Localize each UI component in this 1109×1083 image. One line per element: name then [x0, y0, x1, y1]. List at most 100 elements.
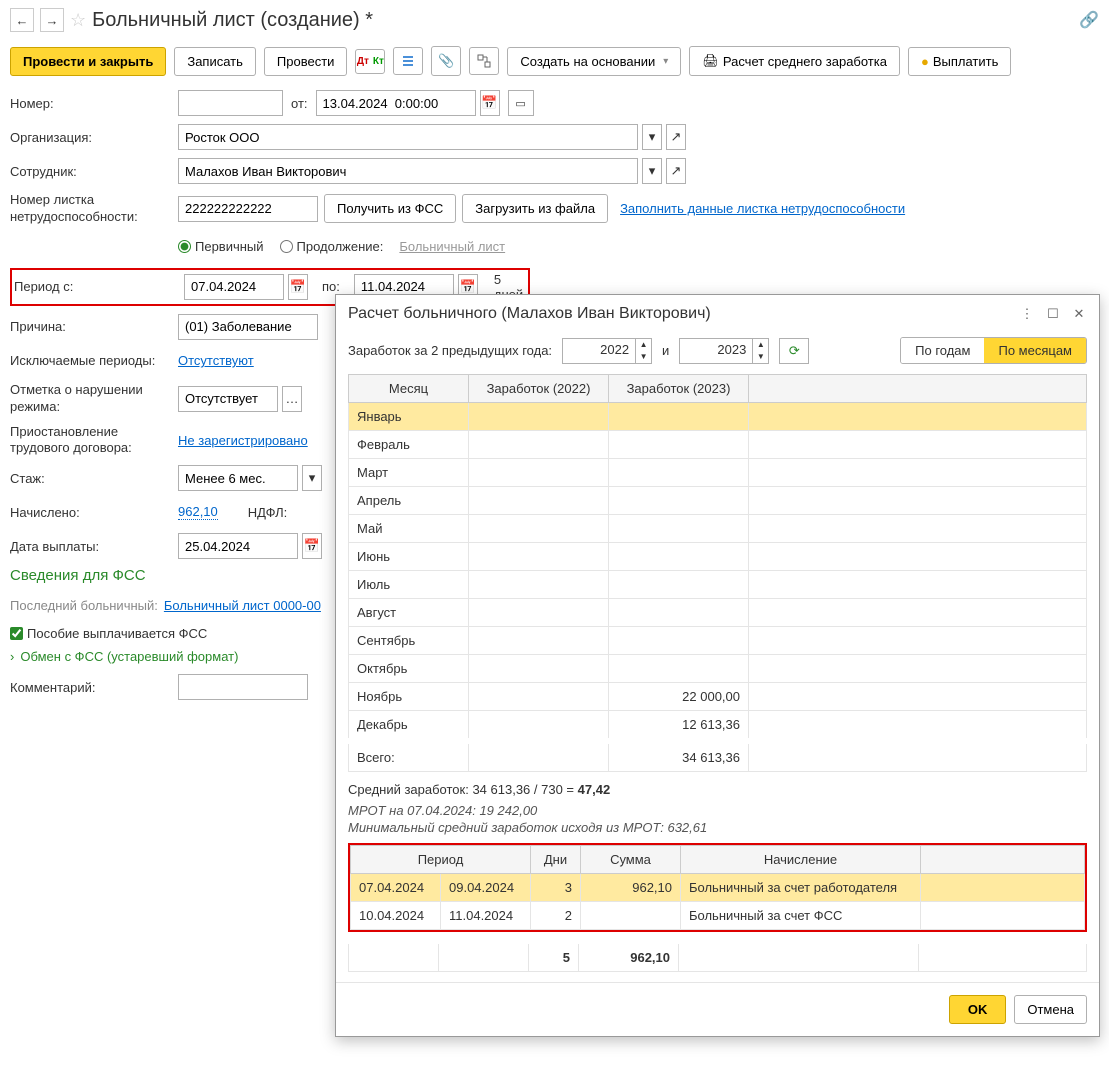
reason-label: Причина: — [10, 319, 178, 334]
table-row[interactable]: Март — [349, 459, 1087, 487]
table-row[interactable]: Февраль — [349, 431, 1087, 459]
fill-data-link[interactable]: Заполнить данные листка нетрудоспособнос… — [620, 201, 905, 216]
table-row[interactable]: Июнь — [349, 543, 1087, 571]
nav-back-button[interactable]: ← — [10, 8, 34, 32]
earn-years-label: Заработок за 2 предыдущих года: — [348, 343, 552, 358]
emp-label: Сотрудник: — [10, 164, 178, 179]
dropdown-icon[interactable]: ▾ — [642, 158, 662, 184]
dtct-icon-button[interactable]: ДтКт — [355, 49, 385, 74]
table-row[interactable]: Октябрь — [349, 655, 1087, 683]
dialog-title: Расчет больничного (Малахов Иван Викторо… — [348, 305, 711, 323]
date-input[interactable] — [316, 90, 476, 116]
reason-input[interactable] — [178, 314, 318, 340]
period-from-input[interactable] — [184, 274, 284, 300]
paid-fss-checkbox[interactable] — [10, 627, 23, 640]
write-button[interactable]: Записать — [174, 47, 256, 76]
table-row[interactable]: Январь — [349, 403, 1087, 431]
get-fss-button[interactable]: Получить из ФСС — [324, 194, 456, 223]
refresh-button[interactable]: ⟳ — [779, 338, 809, 364]
accrual-totals: 5 962,10 — [348, 938, 1087, 972]
stage-input[interactable] — [178, 465, 298, 491]
dropdown-icon[interactable]: ▾ — [302, 465, 322, 491]
cancel-button[interactable]: Отмена — [1014, 995, 1087, 1024]
open-icon[interactable]: ↗ — [666, 124, 686, 150]
period-to-label: по: — [322, 279, 340, 294]
paydate-input[interactable] — [178, 533, 298, 559]
number-input[interactable] — [178, 90, 283, 116]
col-sum: Сумма — [581, 846, 681, 874]
table-row[interactable]: 10.04.202411.04.20242Больничный за счет … — [351, 902, 1085, 930]
violation-input[interactable] — [178, 386, 278, 412]
create-based-on-button[interactable]: Создать на основании — [507, 47, 681, 76]
calendar-icon[interactable]: 📅 — [480, 90, 500, 116]
calculation-dialog: Расчет больничного (Малахов Иван Викторо… — [335, 294, 1100, 1037]
year2-spinner[interactable]: 2023 ▲▼ — [679, 338, 769, 364]
dropdown-icon[interactable]: ▾ — [642, 124, 662, 150]
page-title: Больничный лист (создание) * — [92, 9, 373, 32]
suspend-link[interactable]: Не зарегистрировано — [178, 433, 308, 448]
spin-down-icon[interactable]: ▼ — [636, 351, 651, 363]
excluded-label: Исключаемые периоды: — [10, 353, 178, 368]
col-period: Период — [351, 846, 531, 874]
earnings-table: Месяц Заработок (2022) Заработок (2023) … — [348, 374, 1087, 772]
emp-input[interactable] — [178, 158, 638, 184]
ok-button[interactable]: OK — [949, 995, 1007, 1024]
calendar-icon[interactable]: 📅 — [288, 274, 308, 300]
avg-earnings-button[interactable]: 🖨Расчет среднего заработка — [689, 46, 900, 76]
org-input[interactable] — [178, 124, 638, 150]
accrued-link[interactable]: 962,10 — [178, 504, 218, 520]
maximize-icon[interactable]: ☐ — [1045, 306, 1061, 322]
paydate-label: Дата выплаты: — [10, 539, 178, 554]
and-label: и — [662, 343, 669, 358]
table-row[interactable]: Апрель — [349, 487, 1087, 515]
last-sick-link[interactable]: Больничный лист 0000-00 — [164, 598, 321, 613]
spin-up-icon[interactable]: ▲ — [753, 339, 768, 351]
excluded-link[interactable]: Отсутствуют — [178, 353, 254, 368]
mrot-line2: Минимальный средний заработок исходя из … — [348, 820, 1087, 835]
sheet-num-label: Номер листка нетрудоспособности: — [10, 192, 178, 226]
close-icon[interactable]: ✕ — [1071, 306, 1087, 322]
external-link-icon[interactable]: 🔗 — [1079, 10, 1099, 30]
post-button[interactable]: Провести — [264, 47, 348, 76]
comment-label: Комментарий: — [10, 680, 178, 695]
table-row[interactable]: Ноябрь22 000,00 — [349, 683, 1087, 711]
by-months-toggle[interactable]: По месяцам — [984, 338, 1086, 363]
coin-icon: ● — [921, 54, 929, 69]
attach-icon-button[interactable]: 📎 — [431, 46, 461, 76]
post-and-close-button[interactable]: Провести и закрыть — [10, 47, 166, 76]
table-row[interactable]: Май — [349, 515, 1087, 543]
table-row[interactable]: 07.04.202409.04.20243962,10Больничный за… — [351, 874, 1085, 902]
table-row[interactable]: Декабрь12 613,36 — [349, 711, 1087, 742]
load-file-button[interactable]: Загрузить из файла — [462, 194, 608, 223]
spin-up-icon[interactable]: ▲ — [636, 339, 651, 351]
table-row[interactable]: Август — [349, 599, 1087, 627]
pay-button[interactable]: ●Выплатить — [908, 47, 1011, 76]
mrot-line1: МРОТ на 07.04.2024: 19 242,00 — [348, 803, 1087, 818]
primary-radio[interactable]: Первичный — [178, 239, 264, 254]
spin-down-icon[interactable]: ▼ — [753, 351, 768, 363]
more-icon[interactable]: ⋮ — [1019, 306, 1035, 322]
org-label: Организация: — [10, 130, 178, 145]
table-row[interactable]: Июль — [349, 571, 1087, 599]
extra-icon-button[interactable]: ▭ — [508, 90, 534, 116]
col-earn1: Заработок (2022) — [469, 375, 609, 403]
open-icon[interactable]: ↗ — [666, 158, 686, 184]
col-accrual: Начисление — [681, 846, 921, 874]
continuation-radio[interactable]: Продолжение: — [280, 239, 384, 254]
ellipsis-icon[interactable]: … — [282, 386, 302, 412]
year1-spinner[interactable]: 2022 ▲▼ — [562, 338, 652, 364]
by-years-toggle[interactable]: По годам — [901, 338, 984, 363]
ndfl-label: НДФЛ: — [248, 505, 288, 520]
calendar-icon[interactable]: 📅 — [302, 533, 322, 559]
nav-forward-button[interactable]: → — [40, 8, 64, 32]
avg-earnings-text: Средний заработок: 34 613,36 / 730 = 47,… — [348, 782, 1087, 797]
table-row[interactable]: Сентябрь — [349, 627, 1087, 655]
sheet-num-input[interactable] — [178, 196, 318, 222]
comment-input[interactable] — [178, 674, 308, 700]
list-icon-button[interactable] — [393, 47, 423, 75]
sick-list-link[interactable]: Больничный лист — [399, 239, 505, 254]
printer-icon: 🖨 — [702, 53, 719, 69]
favorite-star-icon[interactable]: ☆ — [70, 10, 86, 31]
structure-icon-button[interactable] — [469, 47, 499, 75]
suspend-label: Приостановление трудового договора: — [10, 424, 178, 458]
